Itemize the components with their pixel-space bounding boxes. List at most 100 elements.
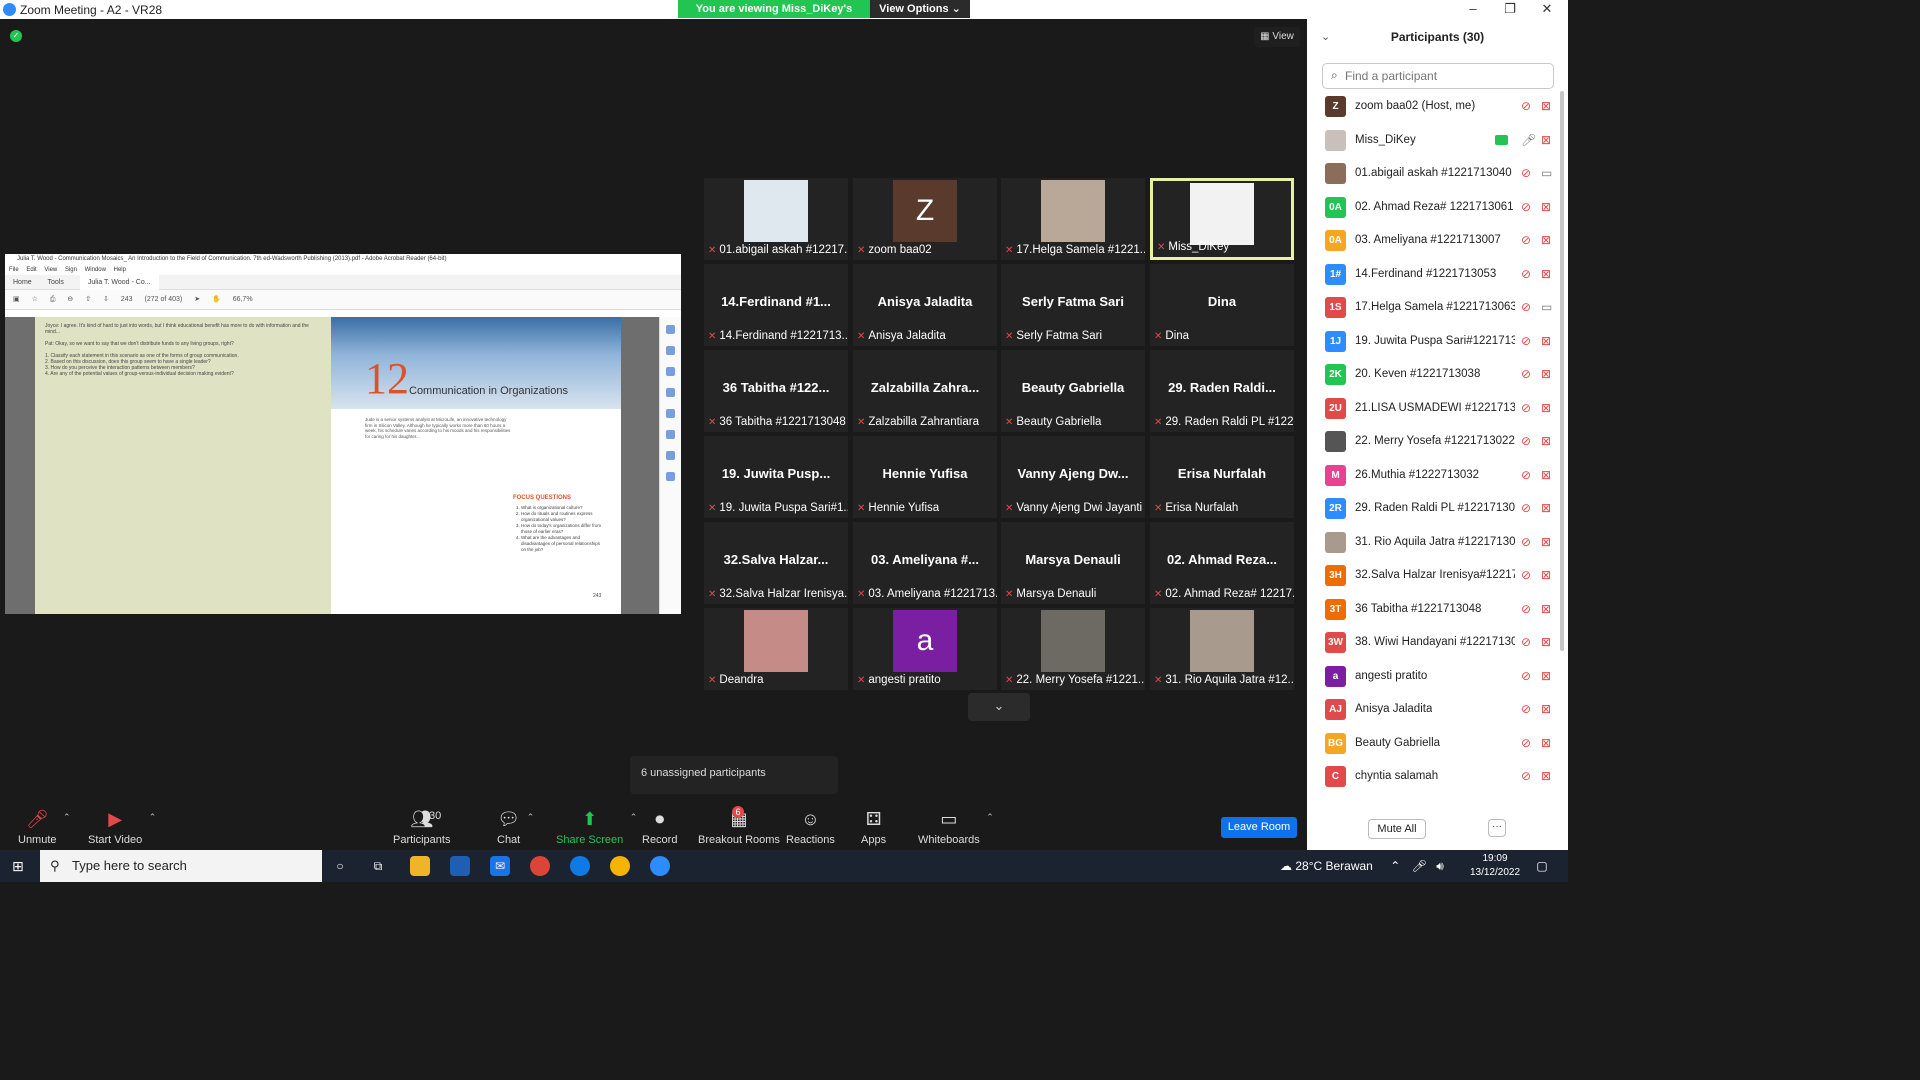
view-options-button[interactable]: View Options ⌄ xyxy=(870,0,970,18)
participant-row[interactable]: 3T 36 Tabitha #1221713048 ⊘ ⊠ xyxy=(1307,594,1559,628)
clock[interactable]: 19:09 13/12/2022 xyxy=(1467,852,1523,880)
mic-muted-icon[interactable]: ⊘ xyxy=(1521,99,1531,113)
security-shield-icon[interactable]: ✓ xyxy=(10,30,22,42)
video-tile[interactable]: Serly Fatma Sari ✕ Serly Fatma Sari xyxy=(1001,264,1145,346)
mic-muted-icon[interactable]: ⊘ xyxy=(1521,166,1531,180)
weather-text[interactable]: 28°C Berawan xyxy=(1295,859,1373,873)
mic-muted-icon[interactable]: ⊘ xyxy=(1521,267,1531,281)
video-tile[interactable]: 02. Ahmad Reza... ✕ 02. Ahmad Reza# 12217.… xyxy=(1150,522,1294,604)
unassigned-participants-notice[interactable]: 6 unassigned participants xyxy=(630,756,838,794)
pdf-viewer[interactable]: Joyce: I agree. It's kind of hard to jus… xyxy=(5,317,681,614)
video-off-icon[interactable]: ⊠ xyxy=(1541,535,1551,549)
participant-row[interactable]: 1# 14.Ferdinand #1221713053 ⊘ ⊠ xyxy=(1307,259,1559,293)
participant-row[interactable]: Cchyntia salamah ⊘ ⊠ xyxy=(1307,761,1559,795)
audio-options-caret-icon[interactable]: ⌃ xyxy=(63,812,71,823)
shared-screen[interactable]: Julia T. Wood - Communication Mosaics_ A… xyxy=(5,254,681,614)
tab-home[interactable]: Home xyxy=(13,279,32,286)
mic-muted-icon[interactable]: ⊘ xyxy=(1521,367,1531,381)
mic-muted-icon[interactable]: ⊘ xyxy=(1521,535,1531,549)
next-page-chevron-icon[interactable]: ⌄ xyxy=(968,693,1030,721)
video-off-icon[interactable]: ⊠ xyxy=(1541,769,1551,783)
video-off-icon[interactable]: ⊠ xyxy=(1541,367,1551,381)
page-up-icon[interactable]: ⇧ xyxy=(85,296,91,303)
video-off-icon[interactable]: ⊠ xyxy=(1541,434,1551,448)
bookmark-icon[interactable]: ☆ xyxy=(32,296,38,303)
collapse-chevron-icon[interactable]: ⌄ xyxy=(1321,19,1330,55)
video-tile[interactable]: 29. Raden Raldi... ✕ 29. Raden Raldi PL #1… xyxy=(1150,350,1294,432)
teamviewer-icon[interactable] xyxy=(570,856,590,876)
video-tile[interactable]: ✕ 31. Rio Aquila Jatra #12... xyxy=(1150,608,1294,690)
video-off-icon[interactable]: ⊠ xyxy=(1541,401,1551,415)
leave-room-button[interactable]: Leave Room xyxy=(1221,817,1297,838)
video-off-icon[interactable]: ⊠ xyxy=(1541,233,1551,247)
zoom-taskbar-icon[interactable] xyxy=(650,856,670,876)
windows-start-icon[interactable]: ⊞ xyxy=(12,858,28,874)
participant-row[interactable]: 31. Rio Aquila Jatra #12217130... ⊘ ⊠ xyxy=(1307,527,1559,561)
video-off-icon[interactable]: ⊠ xyxy=(1541,501,1551,515)
page-input[interactable]: 243 xyxy=(121,296,133,303)
video-off-icon[interactable]: ⊠ xyxy=(1541,736,1551,750)
participants-button[interactable]: 👥︎ 30 Participants xyxy=(393,808,450,846)
menu-help[interactable]: Help xyxy=(114,267,126,273)
video-tile[interactable]: ✕ Deandra xyxy=(704,608,848,690)
search-icon[interactable] xyxy=(666,325,675,334)
share-caret-icon[interactable]: ⌃ xyxy=(630,812,638,823)
participant-row[interactable]: a angesti pratito ⊘ ⊠ xyxy=(1307,661,1559,695)
mic-muted-icon[interactable]: ⊘ xyxy=(1521,669,1531,683)
video-tile[interactable]: 03. Ameliyana #... ✕ 03. Ameliyana #122171… xyxy=(853,522,997,604)
notification-icon[interactable]: ▢ xyxy=(1532,856,1552,876)
video-tile[interactable]: Marsya Denauli ✕ Marsya Denauli xyxy=(1001,522,1145,604)
share-screen-button[interactable]: ⬆ Share Screen ⌃ xyxy=(556,808,637,846)
apps-button[interactable]: ⚃ Apps xyxy=(861,808,886,846)
chat-button[interactable]: 💬︎ Chat ⌃ xyxy=(497,808,534,846)
video-tile[interactable]: Z ✕ zoom baa02 xyxy=(853,178,997,260)
participant-row[interactable]: Miss_DiKey 🎤︎ ⊠ xyxy=(1307,125,1559,159)
print-icon[interactable]: ⎙ xyxy=(50,296,56,303)
video-off-icon[interactable]: ⊠ xyxy=(1541,568,1551,582)
video-off-icon[interactable]: ⊠ xyxy=(1541,99,1551,113)
video-tile[interactable]: 19. Juwita Pusp... ✕ 19. Juwita Puspa Sari… xyxy=(704,436,848,518)
video-off-icon[interactable]: ⊠ xyxy=(1541,133,1551,147)
mic-muted-icon[interactable]: ⊘ xyxy=(1521,501,1531,515)
mic-muted-icon[interactable]: ⊘ xyxy=(1521,568,1531,582)
breakout-rooms-button[interactable]: ▦ 6 Breakout Rooms xyxy=(698,806,780,846)
menu-edit[interactable]: Edit xyxy=(26,267,36,273)
video-tile[interactable]: ✕ 01.abigail askah #12217... xyxy=(704,178,848,260)
participant-row[interactable]: 3H 32.Salva Halzar Irenisya#12217... ⊘ ⊠ xyxy=(1307,560,1559,594)
taskbar-search[interactable]: ⚲ Type here to search xyxy=(40,850,322,882)
video-tile[interactable]: Hennie Yufisa ✕ Hennie Yufisa xyxy=(853,436,997,518)
record-button[interactable]: ⏺ Record xyxy=(642,808,677,846)
mic-icon[interactable]: 🎤︎ xyxy=(1521,133,1536,147)
participant-row[interactable]: 01.abigail askah #1221713040 ⊘ ▭ xyxy=(1307,158,1559,192)
video-tile[interactable]: 32.Salva Halzar... ✕ 32.Salva Halzar Ireni… xyxy=(704,522,848,604)
participant-row[interactable]: 2R 29. Raden Raldi PL #1221713030 ⊘ ⊠ xyxy=(1307,493,1559,527)
video-tile[interactable]: Erisa Nurfalah ✕ Erisa Nurfalah xyxy=(1150,436,1294,518)
video-off-icon[interactable]: ⊠ xyxy=(1541,468,1551,482)
export-pdf-icon[interactable] xyxy=(666,346,675,355)
video-tile[interactable]: ✕ 22. Merry Yosefa #1221... xyxy=(1001,608,1145,690)
participant-row[interactable]: 3W 38. Wiwi Handayani #12217130... ⊘ ⊠ xyxy=(1307,627,1559,661)
page-down-icon[interactable]: ⇩ xyxy=(103,296,109,303)
video-icon[interactable]: ▭ xyxy=(1541,166,1552,180)
mic-muted-icon[interactable]: ⊘ xyxy=(1521,635,1531,649)
fill-sign-icon[interactable] xyxy=(666,472,675,481)
video-tile[interactable]: Dina ✕ Dina xyxy=(1150,264,1294,346)
file-explorer-icon[interactable] xyxy=(410,856,430,876)
combine-files-icon[interactable] xyxy=(666,430,675,439)
tab-tools[interactable]: Tools xyxy=(48,279,64,286)
task-view-icon[interactable]: ⧉ xyxy=(368,856,388,876)
video-tile[interactable]: a ✕ angesti pratito xyxy=(853,608,997,690)
menu-window[interactable]: Window xyxy=(85,267,106,273)
mute-all-button[interactable]: Mute All xyxy=(1368,819,1426,839)
menu-view[interactable]: View xyxy=(44,267,57,273)
video-tile[interactable]: ✕ Miss_DiKey xyxy=(1150,178,1294,260)
participant-search[interactable]: ⌕ xyxy=(1322,63,1554,89)
video-tile[interactable]: 14.Ferdinand #1... ✕ 14.Ferdinand #1221713… xyxy=(704,264,848,346)
volume-icon[interactable]: 🔊︎ xyxy=(1436,859,1444,873)
close-button[interactable]: ✕ xyxy=(1524,0,1570,19)
edit-pdf-icon[interactable] xyxy=(666,367,675,376)
store-icon[interactable] xyxy=(450,856,470,876)
whiteboard-caret-icon[interactable]: ⌃ xyxy=(986,812,994,823)
mic-muted-icon[interactable]: ⊘ xyxy=(1521,702,1531,716)
mic-muted-icon[interactable]: ⊘ xyxy=(1521,233,1531,247)
